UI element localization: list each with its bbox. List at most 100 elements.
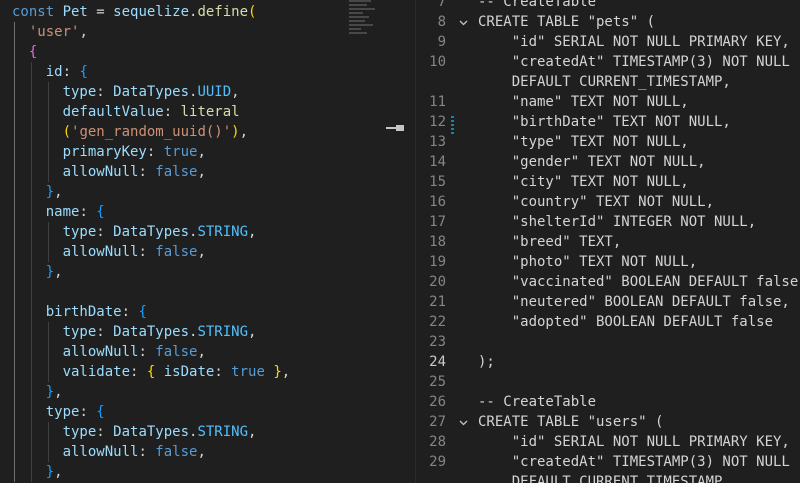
sql-line[interactable]: 7 -- CreateTable xyxy=(416,0,800,12)
chevron-down-icon[interactable] xyxy=(456,12,470,32)
sql-line[interactable]: 10 "createdAt" TIMESTAMP(3) NOT NULL xyxy=(416,52,800,72)
sql-line[interactable]: 23 xyxy=(416,332,800,352)
sql-code-text: "photo" TEXT NOT NULL, xyxy=(478,254,698,270)
minimap-line xyxy=(349,0,371,2)
code-line[interactable]: }, xyxy=(12,182,392,202)
left-editor-pane[interactable]: const Pet = sequelize.define( 'user', { … xyxy=(0,0,392,483)
code-token: literal xyxy=(180,104,240,120)
sql-line[interactable]: 19 "photo" TEXT NOT NULL, xyxy=(416,252,800,272)
code-token: false xyxy=(155,444,198,460)
code-line[interactable]: }, xyxy=(12,382,392,402)
sql-line[interactable]: 18 "breed" TEXT, xyxy=(416,232,800,252)
sql-line[interactable]: 26 -- CreateTable xyxy=(416,392,800,412)
line-number: 28 xyxy=(429,434,446,450)
code-token: DataTypes xyxy=(113,224,190,240)
code-token: STRING xyxy=(197,424,249,440)
sql-line[interactable]: 15 "city" TEXT NOT NULL, xyxy=(416,172,800,192)
sql-line[interactable]: DEFAULT CURRENT_TIMESTAMP, xyxy=(416,72,800,92)
code-line[interactable]: allowNull: false, xyxy=(12,162,392,182)
line-number: 25 xyxy=(429,374,446,390)
code-line[interactable] xyxy=(12,282,392,302)
code-line[interactable]: type: DataTypes.STRING, xyxy=(12,422,392,442)
code-line[interactable]: allowNull: false, xyxy=(12,442,392,462)
sql-line[interactable]: 17 "shelterId" INTEGER NOT NULL, xyxy=(416,212,800,232)
sql-code-text: "country" TEXT NOT NULL, xyxy=(478,194,715,210)
sql-line[interactable]: 20 "vaccinated" BOOLEAN DEFAULT false, xyxy=(416,272,800,292)
scroll-marker-icon[interactable] xyxy=(396,125,404,131)
code-token: { xyxy=(79,64,88,80)
code-token: , xyxy=(54,184,63,200)
code-line[interactable]: }, xyxy=(12,462,392,482)
code-line[interactable]: allowNull: false, xyxy=(12,242,392,262)
minimap[interactable] xyxy=(345,0,385,40)
split-gutter[interactable] xyxy=(392,0,416,483)
line-number: 19 xyxy=(429,254,446,270)
code-line[interactable]: type: DataTypes.UUID, xyxy=(12,82,392,102)
code-line[interactable]: { xyxy=(12,42,392,62)
code-token: true xyxy=(231,364,265,380)
sql-line[interactable]: 22 "adopted" BOOLEAN DEFAULT false xyxy=(416,312,800,332)
minimap-line xyxy=(349,8,375,10)
code-token: false xyxy=(155,244,198,260)
code-line[interactable]: primaryKey: true, xyxy=(12,142,392,162)
code-line[interactable]: allowNull: false, xyxy=(12,342,392,362)
code-token: } xyxy=(45,384,55,400)
code-token: { xyxy=(96,204,105,220)
sql-line[interactable]: DEFAULT CURRENT_TIMESTAMP xyxy=(416,472,800,483)
code-line[interactable]: birthDate: { xyxy=(12,302,392,322)
code-token: , xyxy=(248,224,257,240)
code-token: , xyxy=(54,264,63,280)
code-token: } xyxy=(45,464,55,480)
code-line[interactable]: type: DataTypes.STRING, xyxy=(12,322,392,342)
code-line[interactable]: type: DataTypes.STRING, xyxy=(12,222,392,242)
sql-line[interactable]: 13 "type" TEXT NOT NULL, xyxy=(416,132,800,152)
code-line[interactable]: name: { xyxy=(12,202,392,222)
right-editor-pane[interactable]: 7 -- CreateTable 8 CREATE TABLE "pets" (9 "… xyxy=(416,0,800,483)
code-line[interactable]: validate: { isDate: true }, xyxy=(12,362,392,382)
code-token: { xyxy=(138,304,147,320)
code-line[interactable]: ('gen_random_uuid()'), xyxy=(12,122,392,142)
line-number: 13 xyxy=(429,134,446,150)
line-number: 21 xyxy=(429,294,446,310)
code-token: isDate xyxy=(163,364,215,380)
code-line[interactable]: 'user', xyxy=(12,22,392,42)
sql-line[interactable]: 25 xyxy=(416,372,800,392)
code-token: : xyxy=(163,104,181,120)
sql-code-text: -- CreateTable xyxy=(478,394,597,410)
sql-line[interactable]: 9 "id" SERIAL NOT NULL PRIMARY KEY, xyxy=(416,32,800,52)
code-token: , xyxy=(281,364,291,380)
sql-line[interactable]: 11 "name" TEXT NOT NULL, xyxy=(416,92,800,112)
code-token: , xyxy=(54,384,63,400)
sql-line[interactable]: 21 "neutered" BOOLEAN DEFAULT false, xyxy=(416,292,800,312)
sql-line[interactable]: 16 "country" TEXT NOT NULL, xyxy=(416,192,800,212)
sql-line[interactable]: 29 "createdAt" TIMESTAMP(3) NOT NULL xyxy=(416,452,800,472)
sql-line[interactable]: 24); xyxy=(416,352,800,372)
sql-code-text: DEFAULT CURRENT_TIMESTAMP, xyxy=(478,74,731,90)
code-token: } xyxy=(264,364,282,380)
sql-line[interactable]: 12 "birthDate" TEXT NOT NULL, xyxy=(416,112,800,132)
code-line[interactable]: id: { xyxy=(12,62,392,82)
code-token: ( xyxy=(248,4,257,20)
chevron-down-icon[interactable] xyxy=(456,412,470,432)
code-line[interactable]: defaultValue: literal xyxy=(12,102,392,122)
code-token: , xyxy=(197,344,206,360)
sql-line[interactable]: 28 "id" SERIAL NOT NULL PRIMARY KEY, xyxy=(416,432,800,452)
sql-line[interactable]: 8 CREATE TABLE "pets" ( xyxy=(416,12,800,32)
sql-line[interactable]: 14 "gender" TEXT NOT NULL, xyxy=(416,152,800,172)
code-line[interactable]: }, xyxy=(12,262,392,282)
code-line[interactable]: type: { xyxy=(12,402,392,422)
code-token: type xyxy=(62,324,97,340)
code-token: , xyxy=(197,164,206,180)
sql-line[interactable]: 27 CREATE TABLE "users" ( xyxy=(416,412,800,432)
minimap-line xyxy=(349,28,361,30)
code-token: : xyxy=(130,364,147,380)
code-token: : xyxy=(79,404,97,420)
sql-code-text: "name" TEXT NOT NULL, xyxy=(478,94,689,110)
code-line[interactable]: const Pet = sequelize.define( xyxy=(12,2,392,22)
code-token: name xyxy=(45,204,80,220)
code-token: , xyxy=(231,84,240,100)
code-token: true xyxy=(163,144,198,160)
